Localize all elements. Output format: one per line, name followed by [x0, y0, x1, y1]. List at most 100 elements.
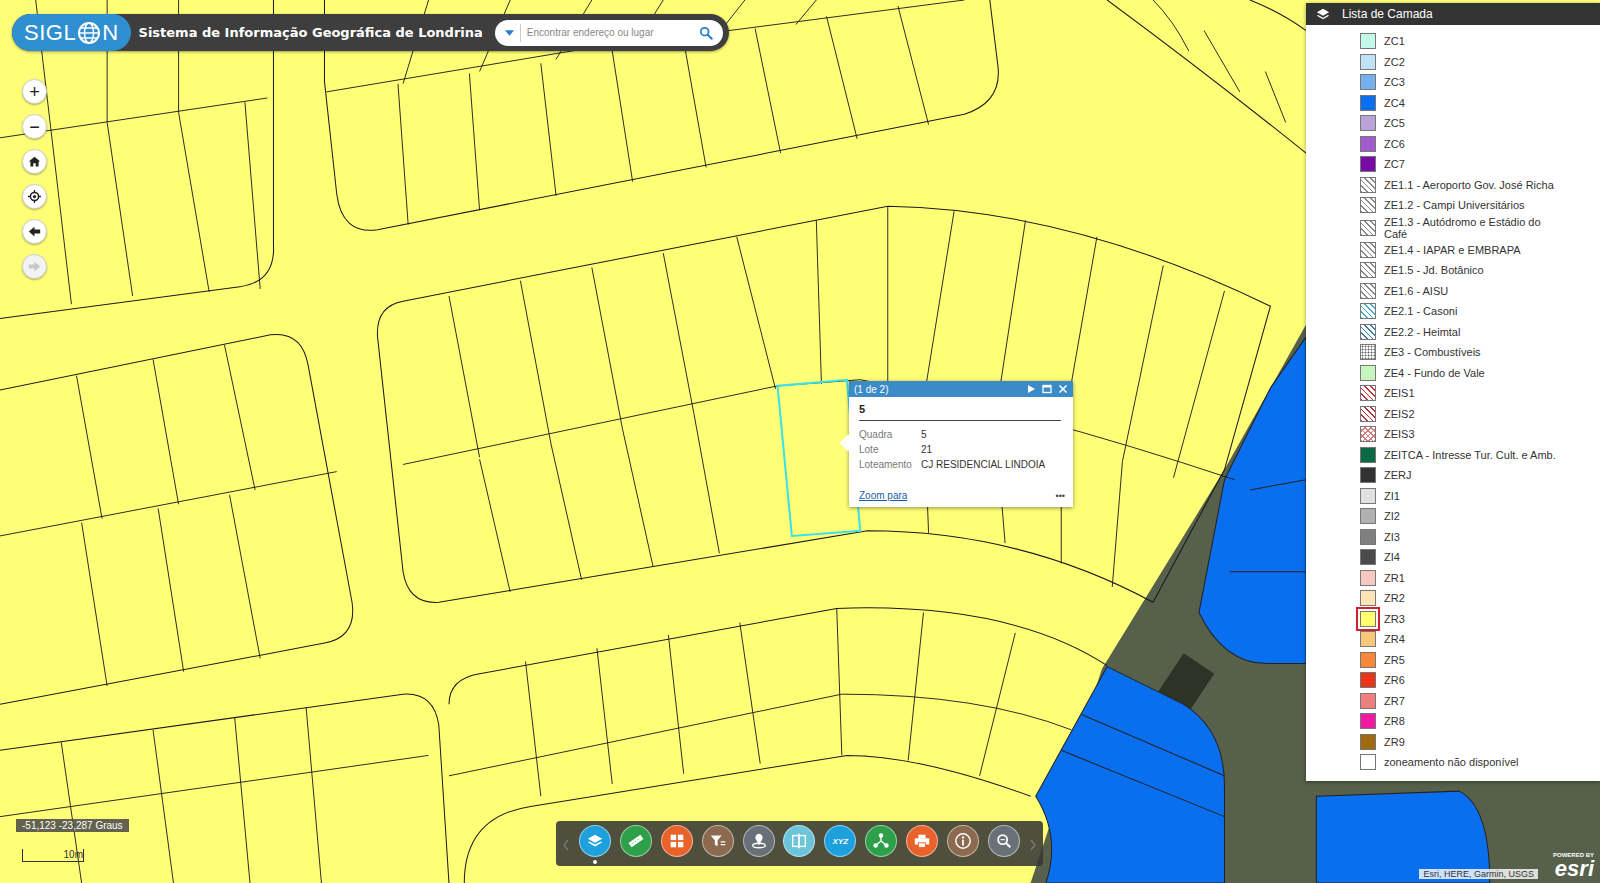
- chevron-right-icon[interactable]: [1029, 839, 1037, 851]
- layer-item-ze1-6-aisu[interactable]: ZE1.6 - AISU: [1360, 281, 1590, 302]
- layer-item-ze1-4-iapar-e-embrapa[interactable]: ZE1.4 - IAPAR e EMBRAPA: [1360, 240, 1590, 261]
- legend-swatch: [1360, 177, 1376, 193]
- layer-item-zc2[interactable]: ZC2: [1360, 52, 1590, 73]
- next-icon[interactable]: [1026, 384, 1036, 394]
- back-arrow-icon: [28, 225, 41, 238]
- search-icon[interactable]: [699, 26, 713, 40]
- layer-item-ze4-fundo-de-vale[interactable]: ZE4 - Fundo de Vale: [1360, 363, 1590, 384]
- layer-item-zr3[interactable]: ZR3: [1360, 609, 1590, 630]
- parcel-line: [551, 444, 582, 580]
- esri-logo[interactable]: POWERED BYesri: [1553, 852, 1594, 880]
- layer-item-zr5[interactable]: ZR5: [1360, 650, 1590, 671]
- filter-icon: [709, 832, 727, 850]
- home-button[interactable]: [22, 149, 47, 174]
- layer-name: ZI3: [1384, 531, 1400, 543]
- layer-item-zc3[interactable]: ZC3: [1360, 72, 1590, 93]
- layer-item-zr2[interactable]: ZR2: [1360, 588, 1590, 609]
- selected-parcel[interactable]: [778, 380, 861, 536]
- parcel-line: [1204, 31, 1240, 92]
- filter-tool[interactable]: [702, 825, 734, 864]
- layers-tool[interactable]: [579, 825, 611, 864]
- layer-item-zi2[interactable]: ZI2: [1360, 506, 1590, 527]
- zone-zc4-area: [1199, 337, 1306, 664]
- layer-item-zoneamento-n-o-dispon-vel[interactable]: zoneamento não disponível: [1360, 752, 1590, 773]
- locate-tool[interactable]: [743, 825, 775, 864]
- attribute-row: Quadra5: [859, 429, 1065, 440]
- zoom-in-button[interactable]: +: [22, 79, 47, 104]
- block-outline: [0, 334, 353, 704]
- zoom-to-link[interactable]: Zoom para: [859, 490, 907, 501]
- selected-indicator: [675, 860, 679, 864]
- parcel-line: [398, 84, 408, 225]
- back-button[interactable]: [22, 219, 47, 244]
- compare-tool[interactable]: [783, 825, 815, 864]
- forward-button[interactable]: [22, 254, 47, 279]
- layer-item-zr4[interactable]: ZR4: [1360, 629, 1590, 650]
- zoom-out-button[interactable]: −: [22, 114, 47, 139]
- layer-item-ze2-1-casoni[interactable]: ZE2.1 - Casoni: [1360, 301, 1590, 322]
- layer-item-zeis2[interactable]: ZEIS2: [1360, 404, 1590, 425]
- layer-item-zc4[interactable]: ZC4: [1360, 93, 1590, 114]
- layer-item-zc1[interactable]: ZC1: [1360, 31, 1590, 52]
- parcel-line: [898, 6, 929, 124]
- search-tool[interactable]: [988, 825, 1020, 864]
- search-box[interactable]: Encontrar endereço ou lugar: [495, 20, 723, 46]
- legend-swatch: [1360, 672, 1376, 688]
- info-tool[interactable]: [947, 825, 979, 864]
- layer-item-zerj[interactable]: ZERJ: [1360, 465, 1590, 486]
- search-placeholder[interactable]: Encontrar endereço ou lugar: [527, 27, 693, 38]
- layer-item-ze1-2-campi-universit-rios[interactable]: ZE1.2 - Campi Universitários: [1360, 195, 1590, 216]
- parcel-line: [107, 122, 133, 296]
- layer-item-zr1[interactable]: ZR1: [1360, 568, 1590, 589]
- layer-item-zc5[interactable]: ZC5: [1360, 113, 1590, 134]
- logo[interactable]: SIGLN: [12, 14, 131, 51]
- layer-item-zc6[interactable]: ZC6: [1360, 134, 1590, 155]
- layer-item-zi1[interactable]: ZI1: [1360, 486, 1590, 507]
- maximize-icon[interactable]: [1042, 384, 1052, 394]
- locate-button[interactable]: [22, 184, 47, 209]
- layer-item-ze3-combust-veis[interactable]: ZE3 - Combustíveis: [1360, 342, 1590, 363]
- block-outline: [1250, 0, 1306, 31]
- layer-item-ze1-3-aut-dromo-e-est-dio-do-caf[interactable]: ZE1.3 - Autódromo e Estádio do Café: [1360, 216, 1590, 240]
- measure-icon: [627, 832, 645, 850]
- parcel-line: [526, 661, 541, 796]
- layer-item-ze2-2-heimtal[interactable]: ZE2.2 - Heimtal: [1360, 322, 1590, 343]
- legend-swatch: [1360, 652, 1376, 668]
- layer-item-zr9[interactable]: ZR9: [1360, 732, 1590, 753]
- dropdown-caret-icon[interactable]: [505, 30, 514, 36]
- layer-item-zeis1[interactable]: ZEIS1: [1360, 383, 1590, 404]
- print-tool[interactable]: [906, 825, 938, 864]
- layer-item-zeis3[interactable]: ZEIS3: [1360, 424, 1590, 445]
- close-icon[interactable]: [1058, 384, 1068, 394]
- layer-name: ZE2.2 - Heimtal: [1384, 326, 1460, 338]
- chevron-left-icon[interactable]: [562, 839, 570, 851]
- measure-tool[interactable]: [620, 825, 652, 864]
- layer-name: ZR2: [1384, 592, 1405, 604]
- layer-name: ZC5: [1384, 117, 1405, 129]
- layer-name: ZEIS3: [1384, 428, 1415, 440]
- grid-tool[interactable]: [661, 825, 693, 864]
- parcel-line: [755, 29, 781, 154]
- layer-item-zr7[interactable]: ZR7: [1360, 691, 1590, 712]
- parcel-line: [1265, 71, 1285, 122]
- popup-header: (1 de 2): [849, 381, 1073, 397]
- layer-item-zr8[interactable]: ZR8: [1360, 711, 1590, 732]
- feature-popup: (1 de 2)5Quadra5Lote21LoteamentoCJ RESID…: [849, 381, 1073, 507]
- app-title: Sistema de Informação Geográfica de Lond…: [135, 25, 491, 40]
- popup-counter: (1 de 2): [854, 384, 888, 395]
- more-button[interactable]: •••: [1056, 491, 1065, 501]
- layer-item-ze1-5-jd-bot-nico[interactable]: ZE1.5 - Jd. Botânico: [1360, 260, 1590, 281]
- xyz-tool[interactable]: XYZ: [824, 825, 856, 864]
- layer-item-ze1-1-aeroporto-gov-jos-richa[interactable]: ZE1.1 - Aeroporto Gov. José Richa: [1360, 175, 1590, 196]
- legend-swatch: [1360, 324, 1376, 340]
- legend-swatch: [1360, 426, 1376, 442]
- layer-item-zc7[interactable]: ZC7: [1360, 154, 1590, 175]
- layer-item-zr6[interactable]: ZR6: [1360, 670, 1590, 691]
- parcel-line: [179, 112, 210, 292]
- layer-item-zi4[interactable]: ZI4: [1360, 547, 1590, 568]
- legend-swatch: [1360, 508, 1376, 524]
- share-tool[interactable]: [865, 825, 897, 864]
- layer-item-zi3[interactable]: ZI3: [1360, 527, 1590, 548]
- layer-name: ZI1: [1384, 490, 1400, 502]
- layer-item-zeitca-intresse-tur-cult-e-amb[interactable]: ZEITCA - Intresse Tur. Cult. e Amb.: [1360, 445, 1590, 466]
